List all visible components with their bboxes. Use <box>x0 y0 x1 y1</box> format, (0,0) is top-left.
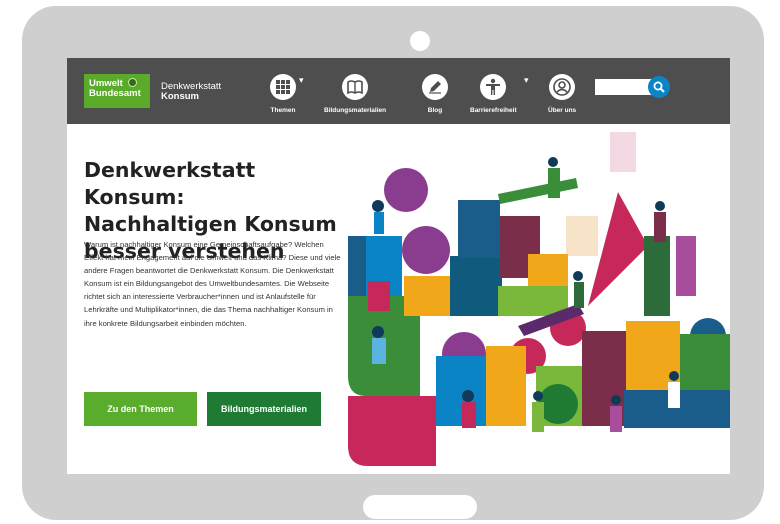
nav-label-blog: Blog <box>427 107 443 114</box>
book-icon <box>342 74 369 100</box>
chevron-down-icon[interactable]: ▾ <box>524 76 529 86</box>
globe-icon <box>128 78 137 87</box>
grid-icon <box>270 74 296 100</box>
accessibility-icon <box>480 74 507 100</box>
home-button[interactable] <box>363 495 477 519</box>
nav-label-bildungsmaterialien: Bildungsmaterialien <box>324 107 387 114</box>
nav-label-barrierefreiheit: Barrierefreiheit <box>470 107 517 114</box>
user-icon <box>549 74 576 100</box>
bildungsmaterialien-button[interactable]: Bildungsmaterialien <box>207 392 321 426</box>
nav-item-themen[interactable]: Themen <box>270 74 296 114</box>
nav-label-themen: Themen <box>270 107 296 114</box>
site-header: Umwelt Bundesamt Denkwerkstatt Konsum Th… <box>67 58 730 124</box>
nav-label-ueber-uns: Über uns <box>548 107 577 114</box>
logo-line2: Bundesamt <box>89 88 141 99</box>
search-button[interactable] <box>648 76 670 98</box>
nav-item-blog[interactable]: Blog <box>422 74 448 114</box>
search-icon <box>653 81 665 93</box>
chevron-down-icon[interactable]: ▾ <box>299 76 304 86</box>
site-name-line2: Konsum <box>161 91 199 102</box>
search-input[interactable] <box>595 79 653 95</box>
nav-item-bildungsmaterialien[interactable]: Bildungsmaterialien <box>324 74 386 114</box>
pencil-icon <box>422 74 448 100</box>
hero-illustration <box>348 126 730 466</box>
camera <box>410 31 430 51</box>
site-name[interactable]: Denkwerkstatt Konsum <box>161 82 221 102</box>
uba-logo[interactable]: Umwelt Bundesamt <box>84 74 150 108</box>
screen: Umwelt Bundesamt Denkwerkstatt Konsum Th… <box>67 58 730 474</box>
nav-item-ueber-uns[interactable]: Über uns <box>548 74 576 114</box>
zu-den-themen-button[interactable]: Zu den Themen <box>84 392 197 426</box>
nav-item-barrierefreiheit[interactable]: Barrierefreiheit <box>470 74 517 114</box>
intro-text: Warum ist nachhaltiger Konsum eine Gemei… <box>84 240 341 328</box>
